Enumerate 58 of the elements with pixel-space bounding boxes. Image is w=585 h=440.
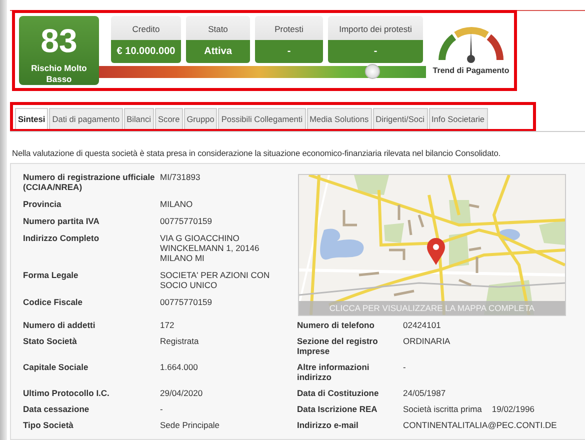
field-value: Società iscritta prima [403, 404, 482, 414]
card-label: Protesti [274, 23, 304, 36]
field-label: Sezione del registro Imprese [297, 336, 379, 356]
card-value: - [328, 40, 423, 63]
field-value: 02424101 [403, 320, 441, 330]
tab[interactable]: Media Solutions [306, 108, 372, 129]
field-value: MILANO [160, 199, 194, 209]
field-value: Registrata [160, 336, 200, 348]
field-label: Forma Legale [23, 270, 80, 282]
field-label: Ultimo Protocollo I.C. [23, 388, 110, 398]
field-label: Indirizzo e-mail [297, 420, 360, 430]
card-label: Importo dei protesti [338, 23, 413, 36]
field-label: Codice Fiscale [23, 297, 84, 307]
score-value: 83 [40, 23, 78, 59]
field-value: MI/731893 [160, 172, 202, 184]
field-label: Stato Società [23, 336, 78, 348]
info-note: Nella valutazione di questa società è stata presa in considerazione la situazione economico-finanziaria rilevata nel bilancio Consolidato. [12, 148, 502, 158]
tab[interactable]: Dati di pagamento [49, 108, 123, 129]
field-value: SOCIETA' PER AZIONI CON SOCIO UNICO [160, 270, 271, 290]
field-value: 00775770159 [160, 216, 214, 226]
card-value: Attiva [186, 40, 250, 63]
field-label: Data Iscrizione REA [297, 404, 378, 414]
tab[interactable]: Bilanci [124, 108, 154, 129]
field-value: ORDINARIA [403, 336, 450, 348]
field-value: 19/02/1996 [492, 404, 534, 414]
field-value: 29/04/2020 [160, 388, 204, 398]
field-value: Sede Principale [160, 420, 221, 430]
tab[interactable]: Info Societarie [428, 108, 488, 129]
card-value: - [255, 40, 323, 63]
tab[interactable]: Possibili Collegamenti [218, 108, 306, 129]
tab[interactable]: Sintesi [15, 108, 48, 129]
field-value: 172 [160, 320, 176, 330]
field-value: CONTINENTALITALIA@PEC.CONTI.DE [403, 420, 557, 430]
field-label: Indirizzo Completo [23, 233, 100, 245]
field-label: Numero di registrazione ufficiale (CCIAA/NREA) [23, 172, 156, 192]
field-label: Provincia [23, 199, 62, 209]
field-value: VIA G GIOACCHINO WINCKELMANN 1, 20146 MILANO MI [160, 233, 260, 263]
risk-label: Rischio Molto Basso [30, 63, 88, 85]
card-label: Stato [207, 23, 229, 36]
field-label: Data cessazione [23, 404, 90, 414]
field-value: 00775770159 [160, 297, 214, 307]
tab[interactable]: Gruppo [184, 108, 218, 129]
field-label: Altre informazioni indirizzo [297, 362, 370, 382]
field-label: Numero partita IVA [23, 216, 100, 226]
field-label: Tipo Società [23, 420, 74, 430]
field-value: 24/05/1987 [403, 388, 446, 398]
field-label: Numero di addetti [23, 320, 96, 330]
tab[interactable]: Score [155, 108, 183, 129]
field-value: - [160, 404, 164, 414]
field-label: Capitale Sociale [23, 362, 90, 374]
card-label: Credito [131, 23, 161, 36]
field-value: - [403, 362, 406, 374]
tab[interactable]: Dirigenti/Soci [372, 108, 428, 129]
field-label: Numero di telefono [297, 320, 376, 330]
gauge-label: Trend di Pagamento [432, 66, 510, 75]
field-label: Data di Costituzione [297, 388, 380, 398]
card-value: € 10.000.000 [111, 40, 181, 63]
field-value: 1.664.000 [160, 362, 199, 374]
